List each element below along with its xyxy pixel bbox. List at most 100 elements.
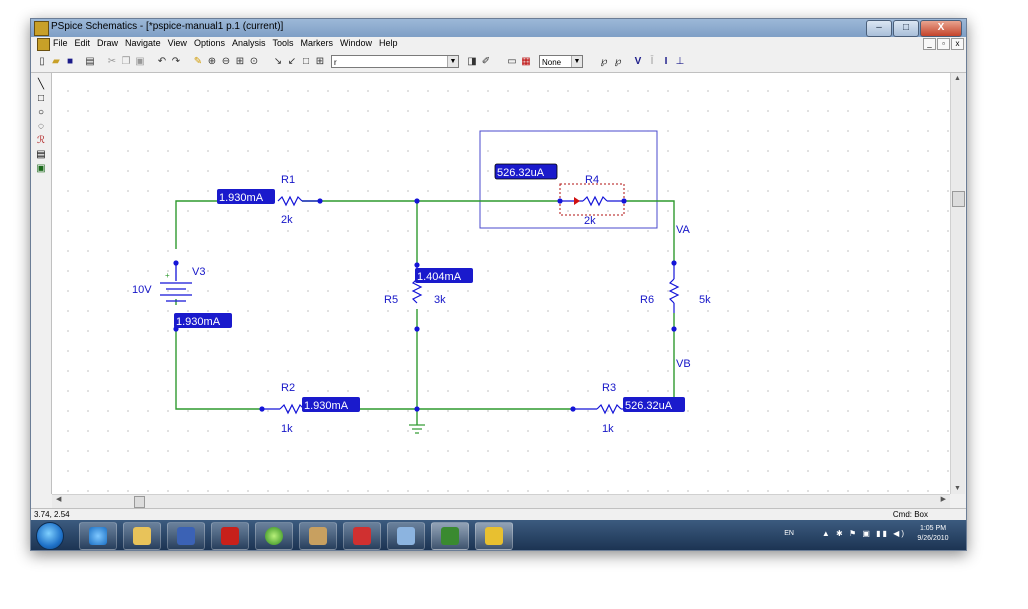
current-display-disabled-icon[interactable]: Ī bbox=[645, 55, 659, 68]
new-file-icon[interactable]: ▯ bbox=[35, 55, 49, 68]
scroll-right-icon[interactable]: ▶ bbox=[941, 495, 946, 503]
draw-bus-icon[interactable]: ↙ bbox=[285, 55, 299, 68]
maximize-button[interactable]: □ bbox=[893, 20, 919, 37]
r4-label[interactable]: R4 bbox=[585, 174, 599, 186]
zoom-in-icon[interactable]: ⊕ bbox=[205, 55, 219, 68]
horizontal-scrollbar[interactable]: ◀ ▶ bbox=[52, 494, 950, 508]
minimize-button[interactable]: – bbox=[866, 20, 892, 37]
redo-icon[interactable]: ↷ bbox=[169, 55, 183, 68]
simulate-icon[interactable]: ▦ bbox=[519, 55, 533, 68]
v3-value[interactable]: 10V bbox=[132, 284, 152, 296]
zoom-out-icon[interactable]: ⊖ bbox=[219, 55, 233, 68]
vertical-scroll-thumb[interactable] bbox=[952, 191, 965, 207]
language-indicator[interactable]: EN bbox=[784, 530, 794, 537]
taskbar-refresh-app[interactable] bbox=[255, 522, 293, 550]
r5-label[interactable]: R5 bbox=[384, 294, 398, 306]
r2-label[interactable]: R2 bbox=[281, 382, 295, 394]
doc-minimize-button[interactable]: _ bbox=[923, 38, 936, 50]
taskbar-pspice-schematics[interactable] bbox=[475, 522, 513, 550]
r6-label[interactable]: R6 bbox=[640, 294, 654, 306]
insert-picture-icon[interactable]: ▤ bbox=[35, 149, 47, 161]
r6-value[interactable]: 5k bbox=[699, 294, 711, 306]
taskbar-file-explorer[interactable] bbox=[123, 522, 161, 550]
document-icon[interactable] bbox=[37, 38, 50, 51]
marker-probe2-icon[interactable]: ℘ bbox=[611, 55, 625, 68]
rectangle-icon[interactable]: □ bbox=[35, 93, 47, 105]
part-combo[interactable]: r ▼ bbox=[331, 55, 459, 68]
taskbar-acrobat[interactable] bbox=[211, 522, 249, 550]
scroll-left-icon[interactable]: ◀ bbox=[56, 495, 61, 503]
setup-analysis-icon[interactable]: ▭ bbox=[505, 55, 519, 68]
draw-wire-icon[interactable]: ↘ bbox=[271, 55, 285, 68]
marker-probe-icon[interactable]: ℘ bbox=[597, 55, 611, 68]
chevron-down-icon[interactable]: ▼ bbox=[447, 56, 458, 67]
menu-view[interactable]: View bbox=[168, 38, 187, 48]
scroll-down-icon[interactable]: ▼ bbox=[954, 485, 961, 492]
menu-window[interactable]: Window bbox=[340, 38, 372, 48]
save-icon[interactable]: ■ bbox=[63, 55, 77, 68]
net-label-va[interactable]: VA bbox=[676, 224, 691, 236]
start-button[interactable] bbox=[36, 522, 64, 550]
taskbar-word[interactable] bbox=[167, 522, 205, 550]
voltage-display-icon[interactable]: V bbox=[631, 55, 645, 68]
horizontal-scroll-thumb[interactable] bbox=[134, 496, 145, 508]
marker-combo[interactable]: None ▼ bbox=[539, 55, 583, 68]
current-badge-r4[interactable]: 526.32uA bbox=[497, 167, 545, 179]
get-part-icon[interactable]: ⊞ bbox=[313, 55, 327, 68]
clock[interactable]: 1:05 PM 9/26/2010 bbox=[912, 524, 954, 544]
arc-icon[interactable]: ◌ bbox=[35, 121, 47, 133]
taskbar-internet-explorer[interactable] bbox=[79, 522, 117, 550]
copy-icon[interactable]: ❐ bbox=[119, 55, 133, 68]
menu-markers[interactable]: Markers bbox=[301, 38, 334, 48]
doc-restore-button[interactable]: ▫ bbox=[937, 38, 950, 50]
net-label-vb[interactable]: VB bbox=[676, 358, 691, 370]
bias-display-icon[interactable]: ⊥ bbox=[673, 55, 687, 68]
open-folder-icon[interactable]: ▰ bbox=[49, 55, 63, 68]
circle-icon[interactable]: ○ bbox=[35, 107, 47, 119]
r3-label[interactable]: R3 bbox=[602, 382, 616, 394]
menu-file[interactable]: File bbox=[53, 38, 68, 48]
print-icon[interactable]: ▤ bbox=[83, 55, 97, 68]
zoom-fit-icon[interactable]: ⊙ bbox=[247, 55, 261, 68]
paste-icon[interactable]: ▣ bbox=[133, 55, 147, 68]
v3-label[interactable]: V3 bbox=[192, 266, 205, 278]
tray-icons[interactable]: ▲ ✱ ⚑ ▣ ▮▮ ◀) bbox=[822, 529, 906, 538]
menu-edit[interactable]: Edit bbox=[75, 38, 91, 48]
vertical-scrollbar[interactable]: ▲ ▼ bbox=[950, 73, 965, 494]
component-icon[interactable]: ▣ bbox=[35, 163, 47, 175]
edit-symbol-icon[interactable]: ✐ bbox=[479, 55, 493, 68]
draw-block-icon[interactable]: □ bbox=[299, 55, 313, 68]
menu-help[interactable]: Help bbox=[379, 38, 398, 48]
edit-attributes-icon[interactable]: ◨ bbox=[465, 55, 479, 68]
doc-close-button[interactable]: x bbox=[951, 38, 964, 50]
current-badge-r5[interactable]: 1.404mA bbox=[417, 271, 462, 283]
cut-icon[interactable]: ✂ bbox=[105, 55, 119, 68]
r5-value[interactable]: 3k bbox=[434, 294, 446, 306]
menu-draw[interactable]: Draw bbox=[97, 38, 118, 48]
r4-value[interactable]: 2k bbox=[584, 215, 596, 227]
r2-value[interactable]: 1k bbox=[281, 423, 293, 435]
taskbar-capture-app[interactable] bbox=[299, 522, 337, 550]
close-button[interactable]: X bbox=[920, 20, 962, 37]
text-icon[interactable]: ℛ bbox=[35, 135, 47, 147]
redraw-icon[interactable]: ✎ bbox=[191, 55, 205, 68]
menu-navigate[interactable]: Navigate bbox=[125, 38, 161, 48]
line-icon[interactable]: ╲ bbox=[35, 79, 47, 91]
current-badge-v3[interactable]: 1.930mA bbox=[176, 316, 221, 328]
undo-icon[interactable]: ↶ bbox=[155, 55, 169, 68]
current-badge-r3[interactable]: 526.32uA bbox=[625, 400, 673, 412]
taskbar-schematic-app[interactable] bbox=[343, 522, 381, 550]
taskbar-pspice-app[interactable] bbox=[431, 522, 469, 550]
r1-value[interactable]: 2k bbox=[281, 214, 293, 226]
menu-tools[interactable]: Tools bbox=[272, 38, 293, 48]
taskbar-paint-app[interactable] bbox=[387, 522, 425, 550]
menu-options[interactable]: Options bbox=[194, 38, 225, 48]
zoom-area-icon[interactable]: ⊞ bbox=[233, 55, 247, 68]
menu-analysis[interactable]: Analysis bbox=[232, 38, 266, 48]
current-badge-r1[interactable]: 1.930mA bbox=[219, 192, 264, 204]
schematic-canvas[interactable]: R1 2k R4 2k R5 3k R6 5k R2 1k R3 1k V3 1… bbox=[52, 73, 950, 494]
current-display-icon[interactable]: I bbox=[659, 55, 673, 68]
chevron-down-icon[interactable]: ▼ bbox=[571, 56, 582, 67]
current-badge-r2[interactable]: 1.930mA bbox=[304, 400, 349, 412]
r1-label[interactable]: R1 bbox=[281, 174, 295, 186]
